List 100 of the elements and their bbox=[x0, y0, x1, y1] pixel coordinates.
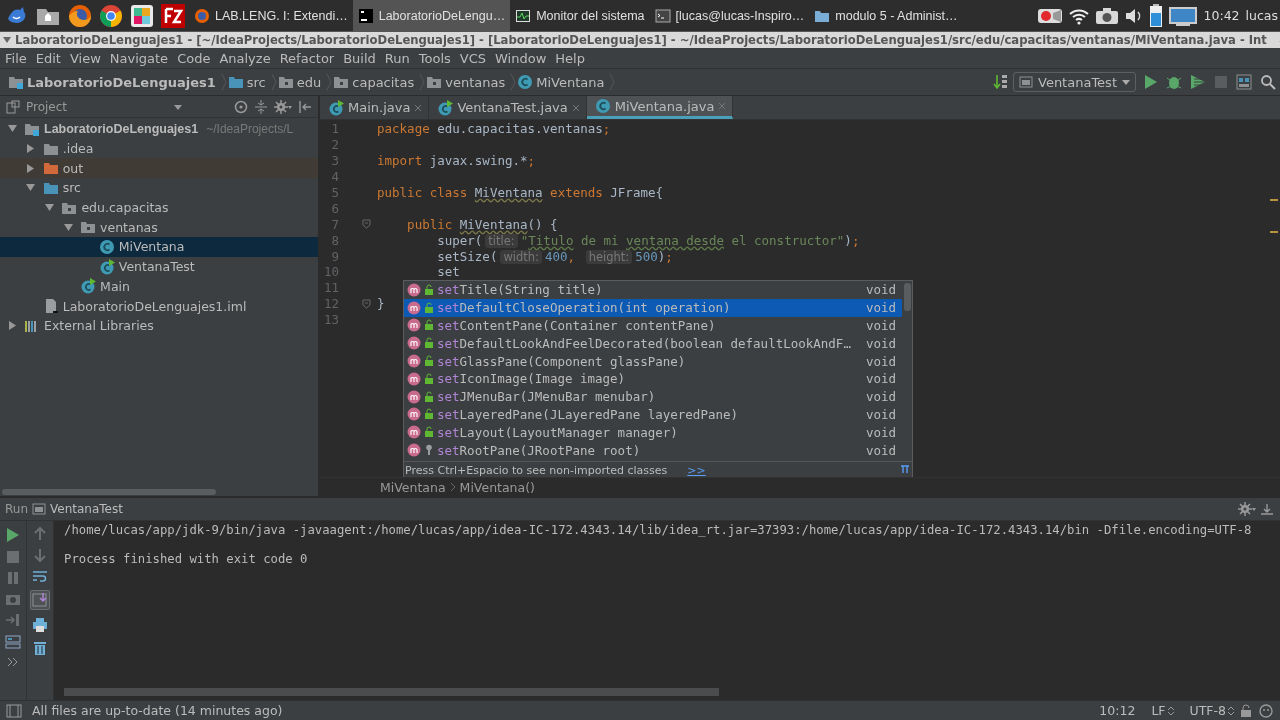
caret-position[interactable]: 10:12 bbox=[1099, 703, 1136, 718]
pi-icon[interactable] bbox=[900, 463, 910, 474]
completion-item[interactable]: setDefaultCloseOperation(int operation) void bbox=[404, 298, 902, 317]
breadcrumb-item[interactable]: src bbox=[227, 74, 270, 90]
menu-item[interactable]: Run bbox=[379, 50, 414, 66]
lock-icon[interactable] bbox=[1240, 703, 1252, 718]
expanded-arrow-icon[interactable] bbox=[63, 222, 73, 232]
completion-item[interactable]: setContentPane(Container contentPane) void bbox=[404, 316, 902, 335]
panel-title[interactable]: Project bbox=[26, 99, 68, 114]
wifi-icon[interactable] bbox=[1067, 6, 1090, 25]
fold-icon[interactable] bbox=[362, 219, 371, 230]
tree-item[interactable]: edu.capacitas bbox=[0, 197, 318, 218]
collapse-icon[interactable] bbox=[254, 99, 268, 114]
fold-icon[interactable] bbox=[362, 298, 371, 309]
tree-item[interactable]: Main bbox=[0, 276, 318, 297]
expanded-arrow-icon[interactable] bbox=[26, 183, 36, 193]
project-structure-icon[interactable] bbox=[1236, 74, 1252, 90]
menu-item[interactable]: File bbox=[0, 50, 31, 66]
completion-item[interactable]: setDefaultLookAndFeelDecorated(boolean defaultLookAndF… void bbox=[404, 334, 902, 353]
layout-icon[interactable] bbox=[5, 634, 21, 650]
scrollbar-thumb[interactable] bbox=[904, 283, 911, 311]
line-separator-selector[interactable]: LF bbox=[1151, 703, 1174, 718]
settings-icon[interactable] bbox=[1238, 502, 1256, 516]
slack-icon[interactable] bbox=[130, 3, 154, 28]
tree-item[interactable]: .idea bbox=[0, 138, 318, 159]
warning-marker[interactable] bbox=[1270, 231, 1278, 233]
close-icon[interactable] bbox=[571, 103, 580, 112]
tree-item[interactable]: src bbox=[0, 178, 318, 198]
debug-icon[interactable] bbox=[1166, 74, 1182, 90]
menu-item[interactable]: VCS bbox=[454, 50, 491, 66]
chrome-icon[interactable] bbox=[99, 3, 123, 28]
tree-item[interactable]: External Libraries bbox=[0, 315, 318, 336]
menu-item[interactable]: Window bbox=[490, 50, 551, 66]
down-arrow-icon[interactable] bbox=[34, 548, 46, 562]
hide-panel-icon[interactable] bbox=[1260, 502, 1274, 516]
breadcrumb-item[interactable]: MiVentana() bbox=[459, 479, 535, 495]
menu-item[interactable]: Tools bbox=[413, 50, 455, 66]
encoding-selector[interactable]: UTF-8 bbox=[1189, 703, 1234, 718]
menu-item[interactable]: Build bbox=[338, 50, 380, 66]
camera-icon[interactable] bbox=[1094, 5, 1119, 26]
more-icon[interactable] bbox=[7, 657, 19, 667]
print-icon[interactable] bbox=[32, 617, 48, 633]
menu-item[interactable]: Help bbox=[550, 50, 589, 66]
more-link[interactable]: >> bbox=[687, 463, 706, 477]
expanded-arrow-icon[interactable] bbox=[7, 124, 17, 134]
menu-caret-icon[interactable] bbox=[3, 36, 11, 44]
completion-item[interactable]: setLayeredPane(JLayeredPane layeredPane) void bbox=[404, 405, 902, 424]
exit-icon[interactable] bbox=[5, 613, 21, 627]
close-icon[interactable] bbox=[414, 103, 423, 112]
dropdown-caret-icon[interactable] bbox=[174, 102, 182, 111]
expanded-arrow-icon[interactable] bbox=[44, 203, 54, 213]
collapsed-arrow-icon[interactable] bbox=[26, 163, 36, 173]
taskbar-button[interactable]: LAB.LENG. I: Extendi… bbox=[189, 0, 353, 31]
coverage-icon[interactable] bbox=[1190, 74, 1206, 90]
tree-item[interactable]: out bbox=[0, 158, 318, 179]
display-icon[interactable] bbox=[1167, 4, 1198, 27]
taskbar-button[interactable]: modulo 5 - Administ… bbox=[809, 0, 963, 31]
scrollbar-thumb[interactable] bbox=[2, 489, 216, 495]
search-icon[interactable] bbox=[1260, 74, 1276, 90]
settings-icon[interactable] bbox=[274, 99, 292, 114]
sort-icon[interactable] bbox=[993, 74, 1009, 90]
tree-item[interactable]: MiVentana bbox=[0, 237, 318, 257]
collapsed-arrow-icon[interactable] bbox=[7, 321, 17, 331]
firefox-icon[interactable] bbox=[68, 3, 92, 28]
breadcrumb-item[interactable]: LaboratorioDeLenguajes1 bbox=[8, 74, 220, 90]
menu-item[interactable]: Analyze bbox=[214, 50, 275, 66]
run-icon[interactable] bbox=[6, 527, 20, 543]
scrollbar-thumb[interactable] bbox=[64, 688, 719, 696]
editor-tab[interactable]: MiVentana.java bbox=[586, 96, 734, 119]
tree-item[interactable]: ventanas bbox=[0, 217, 318, 238]
editor-tab[interactable]: Main.java bbox=[320, 96, 430, 119]
run-tab[interactable]: VentanaTest bbox=[50, 502, 123, 516]
breadcrumb-item[interactable]: edu bbox=[277, 74, 326, 90]
menu-item[interactable]: Edit bbox=[30, 50, 65, 66]
menu-item[interactable]: Navigate bbox=[104, 50, 173, 66]
completion-item[interactable]: setIconImage(Image image) void bbox=[404, 370, 902, 388]
taskbar-button[interactable]: Monitor del sistema bbox=[510, 0, 650, 31]
collapsed-arrow-icon[interactable] bbox=[26, 144, 36, 154]
breadcrumb-item[interactable]: MiVentana bbox=[517, 74, 609, 90]
battery-icon[interactable] bbox=[1148, 3, 1163, 28]
target-icon[interactable] bbox=[234, 99, 248, 114]
run-config-dropdown[interactable]: VentanaTest bbox=[1013, 72, 1136, 92]
breadcrumb-item[interactable]: capacitas bbox=[333, 74, 419, 90]
menu-item[interactable]: Refactor bbox=[274, 50, 339, 66]
up-arrow-icon[interactable] bbox=[34, 527, 46, 541]
panel-title[interactable]: Run bbox=[5, 502, 28, 516]
tree-item[interactable]: VentanaTest bbox=[0, 256, 318, 277]
completion-item[interactable]: setGlassPane(Component glassPane) void bbox=[404, 352, 902, 370]
completion-item[interactable]: setJMenuBar(JMenuBar menubar) void bbox=[404, 387, 902, 406]
trash-icon[interactable] bbox=[33, 640, 47, 656]
hide-panel-icon[interactable] bbox=[298, 99, 312, 114]
pause-icon[interactable] bbox=[6, 571, 20, 585]
run-icon[interactable] bbox=[1144, 74, 1158, 90]
taskbar-button[interactable]: [lucas@lucas-Inspiro… bbox=[649, 0, 810, 31]
filezilla-icon[interactable] bbox=[161, 3, 185, 28]
completion-item[interactable]: setTitle(String title) void bbox=[404, 281, 902, 299]
completion-item[interactable]: setLayout(LayoutManager manager) void bbox=[404, 423, 902, 442]
warning-marker[interactable] bbox=[1270, 199, 1278, 201]
editor-tab[interactable]: VentanaTest.java bbox=[429, 96, 587, 119]
inspector-icon[interactable] bbox=[1258, 702, 1274, 719]
